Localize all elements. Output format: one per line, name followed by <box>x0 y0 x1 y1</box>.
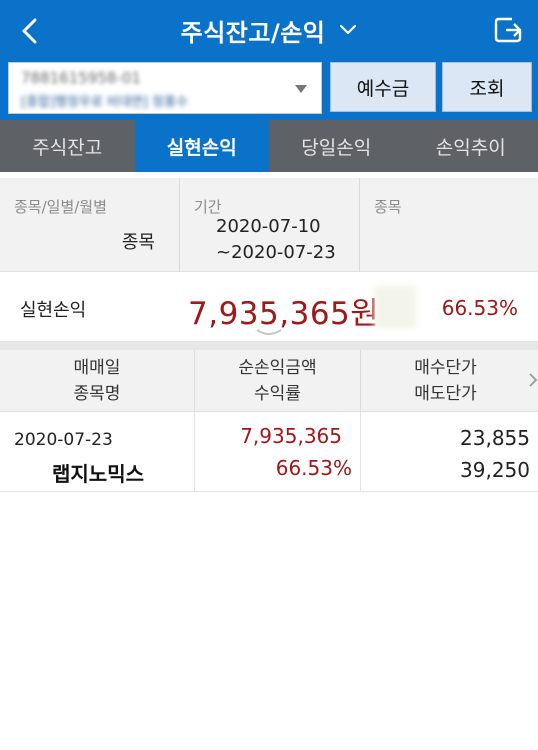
table-header: 매매일 종목명 순손익금액 수익률 매수단가 매도단가 <box>0 350 538 412</box>
period-start: 2020-07-10 <box>216 216 321 237</box>
summary-label: 실현손익 <box>20 300 87 321</box>
row-return-rate: 66.53% <box>275 456 352 480</box>
account-number: 7881615958-01 <box>21 69 141 87</box>
chevron-right-icon[interactable] <box>528 372 538 388</box>
header-net-profit: 순손익금액 <box>238 358 317 378</box>
header-sell-price: 매도단가 <box>414 384 477 404</box>
header-buy-price: 매수단가 <box>414 358 477 378</box>
header-date-name: 매매일 종목명 <box>0 350 194 412</box>
period-end: ~2020-07-23 <box>216 242 336 263</box>
account-row: 7881615958-01 [종합]행정우로 비대면] 정홍수 예수금 조회 <box>0 60 538 120</box>
page-title: 주식잔고/손익 <box>180 18 326 47</box>
app-header: 주식잔고/손익 <box>0 0 538 60</box>
filter-type-label: 종목/일별/월별 <box>14 198 107 216</box>
summary-rate: 66.53% <box>441 296 518 320</box>
account-select[interactable]: 7881615958-01 [종합]행정우로 비대면] 정홍수 <box>8 62 322 114</box>
share-export-icon[interactable] <box>492 14 524 46</box>
deposit-button[interactable]: 예수금 <box>330 62 436 112</box>
header-stock-name: 종목명 <box>73 384 121 404</box>
header-return-rate: 수익률 <box>254 384 301 404</box>
account-name: [종합]행정우로 비대면] 정홍수 <box>21 95 189 110</box>
header-prices: 매수단가 매도단가 <box>360 350 530 412</box>
dropdown-caret-icon <box>295 85 307 93</box>
header-trade-date: 매매일 <box>73 358 121 378</box>
tab-daily-pl[interactable]: 당일손익 <box>269 120 404 172</box>
tab-pl-trend[interactable]: 손익추이 <box>404 120 538 172</box>
row-trade-date: 2020-07-23 <box>14 430 113 450</box>
row-buy-price: 23,855 <box>460 426 530 450</box>
tab-stock-balance[interactable]: 주식잔고 <box>0 120 135 172</box>
header-profit-rate: 순손익금액 수익률 <box>194 350 360 412</box>
expand-handle-icon[interactable] <box>254 328 284 338</box>
filter-period[interactable]: 기간 2020-07-10 ~2020-07-23 <box>179 178 359 272</box>
tab-bar: 주식잔고 실현손익 당일손익 손익추이 <box>0 120 538 172</box>
filter-type[interactable]: 종목/일별/월별 종목 <box>0 178 179 272</box>
tab-realized-pl[interactable]: 실현손익 <box>134 120 269 172</box>
cell-profit-rate: 7,935,365 66.53% <box>194 412 360 492</box>
row-net-profit: 7,935,365 <box>240 424 342 448</box>
summary-blurred-mark <box>374 286 416 328</box>
cell-date-name: 2020-07-23 랩지노믹스 <box>0 412 194 492</box>
section-divider <box>0 342 538 350</box>
filter-period-label: 기간 <box>194 198 222 216</box>
chevron-down-icon <box>340 24 357 35</box>
filter-stock-label: 종목 <box>374 198 402 216</box>
cell-prices: 23,855 39,250 <box>360 412 538 492</box>
row-stock-name: 랩지노믹스 <box>52 462 144 486</box>
row-sell-price: 39,250 <box>460 458 530 482</box>
table-row[interactable]: 2020-07-23 랩지노믹스 7,935,365 66.53% 23,855… <box>0 412 538 492</box>
filter-stock[interactable]: 종목 <box>359 178 538 272</box>
filter-type-value: 종목 <box>121 232 155 253</box>
realized-pl-summary: 실현손익 7,935,365원 66.53% <box>0 272 538 342</box>
summary-amount: 7,935,365원 <box>188 296 380 332</box>
query-button[interactable]: 조회 <box>442 62 532 112</box>
filter-panel: 종목/일별/월별 종목 기간 2020-07-10 ~2020-07-23 종목 <box>0 178 538 272</box>
title-dropdown[interactable]: 주식잔고/손익 <box>0 0 538 60</box>
